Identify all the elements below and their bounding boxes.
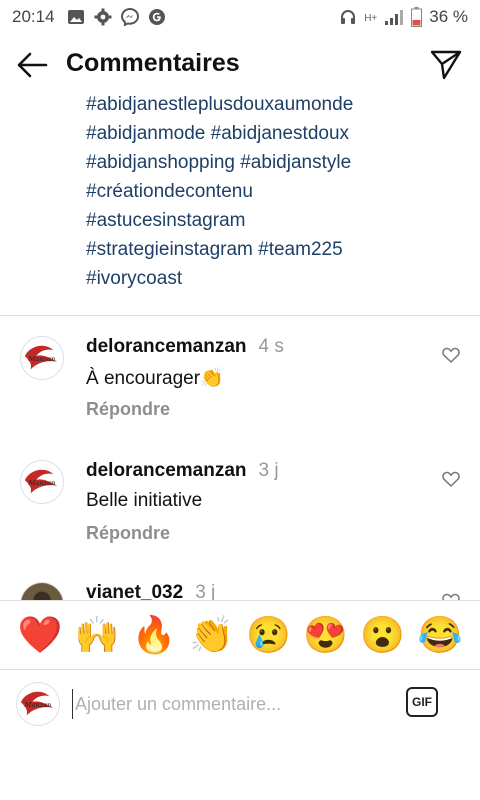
notification-icons: [67, 8, 166, 26]
current-user-avatar: Manzan: [16, 682, 60, 726]
post-caption: #abidjanestleplusdouxaumonde #abidjanmod…: [86, 90, 466, 293]
system-icons: H+ 36 %: [339, 7, 468, 27]
comment-text: Belle initiative: [86, 490, 203, 511]
emoji-fire[interactable]: 🔥: [130, 614, 178, 656]
comment-input[interactable]: [72, 689, 375, 719]
emoji-quick-bar: ❤️ 🙌 🔥 👏 😢 😍 😮 😂: [0, 600, 480, 670]
gif-button[interactable]: GIF: [406, 687, 438, 717]
status-bar: 20:14 H+ 36 %: [0, 0, 480, 34]
page-title: Commentaires: [66, 49, 240, 77]
emoji-crying[interactable]: 😢: [245, 614, 293, 656]
hashtag-line[interactable]: #créationdecontenu: [86, 177, 466, 206]
hashtag-line[interactable]: #strategieinstagram #team225: [86, 235, 466, 264]
hashtag-line[interactable]: #astucesinstagram: [86, 206, 466, 235]
arrow-left-icon[interactable]: [16, 50, 48, 80]
comments-list[interactable]: Manzan delorancemanzan 4 s À encourager👏 …: [0, 316, 480, 600]
hashtag-line[interactable]: #abidjanshopping #abidjanstyle: [86, 148, 466, 177]
google-icon: [148, 9, 165, 25]
emoji-clapping[interactable]: 👏: [187, 614, 235, 656]
comment-username[interactable]: vianet_032 3 j: [86, 582, 215, 600]
svg-text:Manzan: Manzan: [24, 701, 52, 709]
emoji-heart-eyes[interactable]: 😍: [302, 614, 350, 656]
status-time: 20:14: [12, 7, 55, 26]
avatar[interactable]: Manzan: [20, 460, 64, 504]
reply-button[interactable]: Répondre: [86, 523, 170, 544]
emoji-heart[interactable]: ❤️: [16, 614, 64, 656]
network-type: H+: [364, 13, 378, 24]
comment-username[interactable]: delorancemanzan 3 j: [86, 460, 279, 482]
heart-icon[interactable]: [442, 592, 460, 600]
signal-icon: [385, 10, 404, 25]
reply-button[interactable]: Répondre: [86, 399, 170, 420]
svg-text:Manzan: Manzan: [28, 355, 56, 363]
avatar[interactable]: Manzan: [20, 336, 64, 380]
comment-text: À encourager👏: [86, 368, 224, 389]
battery-icon: [411, 7, 423, 27]
emoji-raised-hands[interactable]: 🙌: [73, 614, 121, 656]
headphones-icon: [341, 9, 356, 24]
avatar[interactable]: [20, 582, 64, 600]
comment-composer: Manzan GIF: [0, 671, 480, 735]
comment-time: 3 j: [258, 460, 279, 481]
comment-time: 4 s: [258, 336, 284, 357]
comment-username[interactable]: delorancemanzan 4 s: [86, 336, 284, 358]
hashtag-line[interactable]: #abidjanmode #abidjanestdoux: [86, 119, 466, 148]
heart-icon[interactable]: [442, 470, 460, 488]
gear-icon: [94, 8, 112, 26]
messenger-icon: [120, 8, 139, 26]
battery-percent: 36 %: [429, 7, 468, 26]
heart-icon[interactable]: [442, 346, 460, 364]
send-icon[interactable]: [430, 48, 462, 80]
emoji-surprised[interactable]: 😮: [359, 614, 407, 656]
svg-text:Manzan: Manzan: [28, 479, 56, 487]
gallery-icon: [67, 10, 84, 24]
hashtag-line[interactable]: #abidjanestleplusdouxaumonde: [86, 90, 466, 119]
top-app-bar: Commentaires: [0, 36, 480, 94]
emoji-laughing[interactable]: 😂: [416, 614, 464, 656]
hashtag-line[interactable]: #ivorycoast: [86, 264, 466, 293]
comment-time: 3 j: [195, 582, 216, 600]
